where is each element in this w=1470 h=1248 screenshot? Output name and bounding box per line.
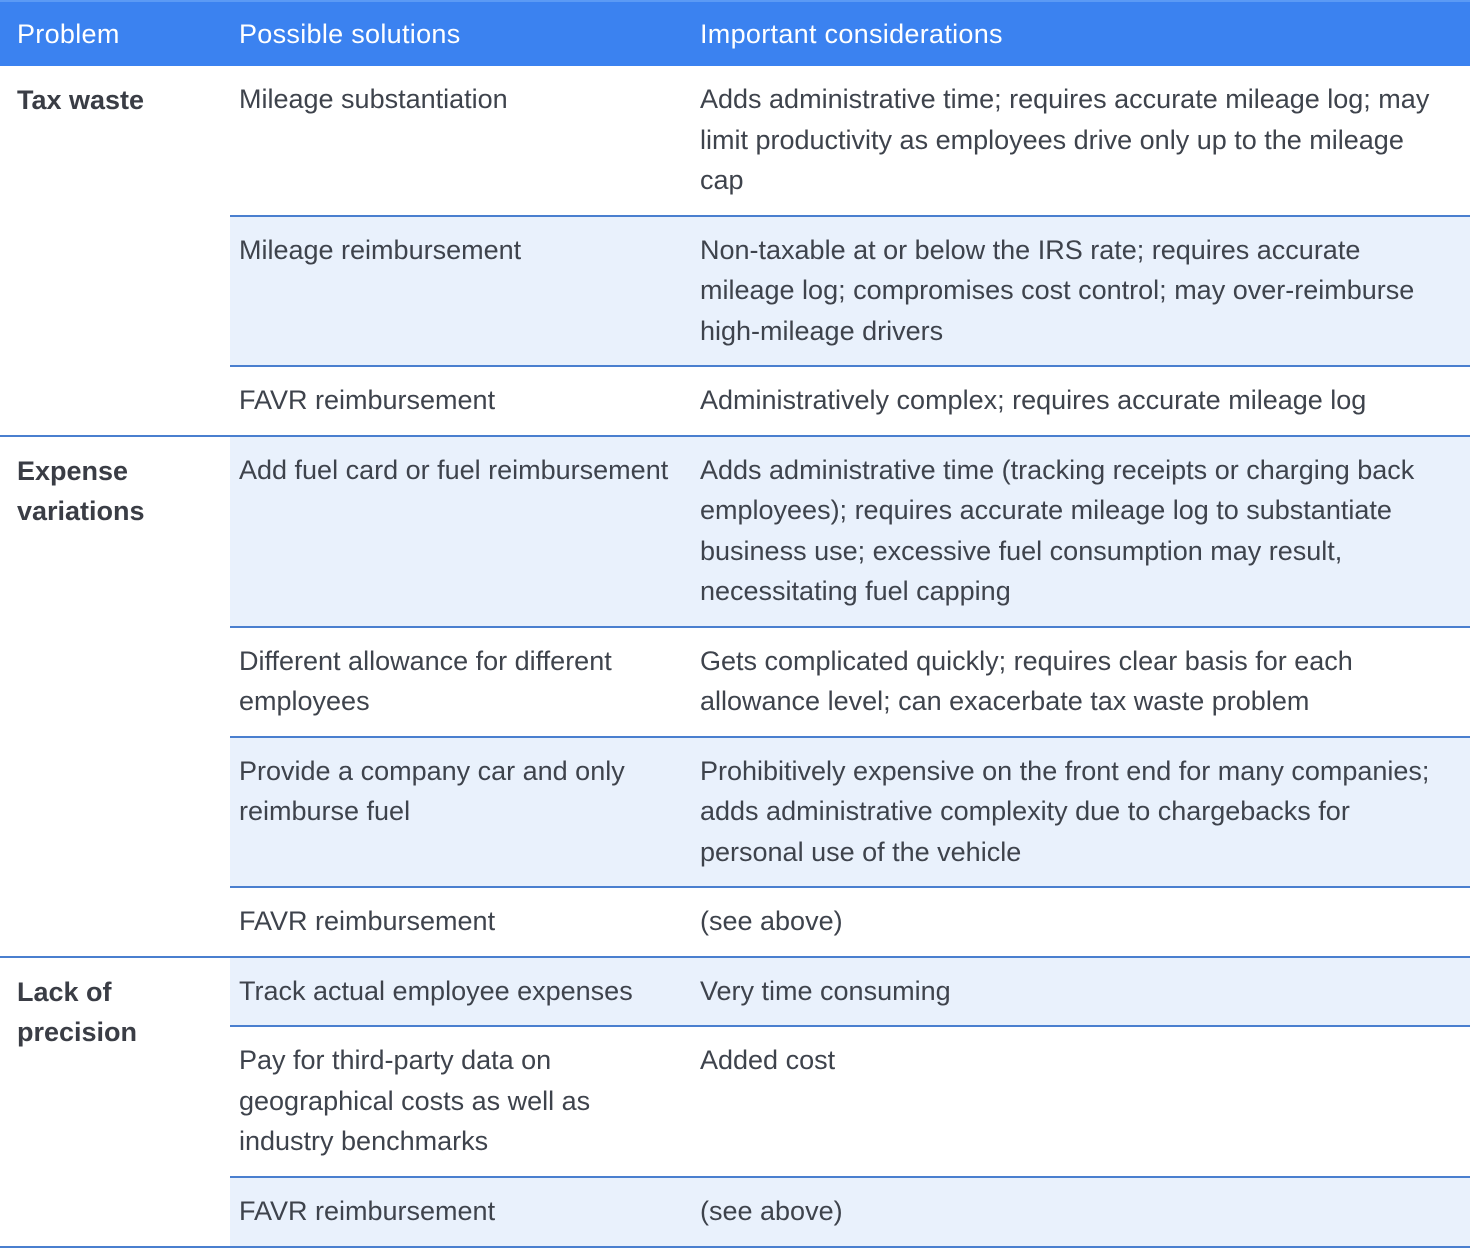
table-header: Problem Possible solutions Important con…: [0, 0, 1470, 66]
table-row: Add fuel card or fuel reimbursement Adds…: [230, 436, 1470, 628]
consideration-cell: Prohibitively expensive on the front end…: [700, 755, 1430, 867]
consideration-cell: Adds administrative time; requires accur…: [700, 84, 1430, 195]
problem-label: Lack of precision: [17, 976, 138, 1047]
consideration-cell: Very time consuming: [700, 975, 951, 1006]
table-row: FAVR reimbursement (see above): [230, 1178, 1470, 1246]
solution-cell: FAVR reimbursement: [239, 1196, 496, 1226]
problem-label: Tax waste: [17, 85, 145, 115]
problem-label: Expense variations: [17, 455, 145, 526]
solutions-table: Problem Possible solutions Important con…: [0, 0, 1470, 1248]
solution-cell: Mileage reimbursement: [239, 234, 522, 265]
header-considerations: Important considerations: [700, 19, 1003, 49]
table-row: Track actual employee expenses Very time…: [230, 957, 1470, 1027]
table-row: FAVR reimbursement Administratively comp…: [230, 367, 1470, 435]
table-row: Pay for third-party data on geographical…: [230, 1027, 1470, 1178]
solution-cell: Pay for third-party data on geographical…: [239, 1045, 591, 1156]
solution-cell: Add fuel card or fuel reimbursement: [239, 454, 669, 485]
problem-group: Expense variations Add fuel card or fuel…: [0, 436, 1470, 958]
consideration-cell: (see above): [700, 906, 843, 936]
table-row: Different allowance for different employ…: [230, 628, 1470, 738]
consideration-cell: Added cost: [700, 1045, 836, 1075]
solution-cell: FAVR reimbursement: [239, 385, 496, 415]
solution-cell: Track actual employee expenses: [239, 975, 633, 1006]
table-row: Provide a company car and only reimburse…: [230, 737, 1470, 888]
header-solutions: Possible solutions: [239, 19, 461, 49]
solution-cell: FAVR reimbursement: [239, 906, 496, 936]
table-row: Mileage reimbursement Non-taxable at or …: [230, 216, 1470, 367]
consideration-cell: Non-taxable at or below the IRS rate; re…: [700, 234, 1415, 346]
solution-cell: Provide a company car and only reimburse…: [239, 755, 625, 827]
solution-cell: Mileage substantiation: [239, 84, 508, 114]
table-row: Mileage substantiation Adds administrati…: [230, 66, 1470, 217]
solution-cell: Different allowance for different employ…: [239, 645, 612, 717]
consideration-cell: Gets complicated quickly; requires clear…: [700, 645, 1353, 717]
header-problem: Problem: [17, 19, 120, 49]
consideration-cell: (see above): [700, 1196, 843, 1226]
table-row: FAVR reimbursement (see above): [230, 888, 1470, 956]
problem-group: Lack of precision Track actual employee …: [0, 957, 1470, 1248]
consideration-cell: Adds administrative time (tracking recei…: [700, 454, 1415, 607]
problem-group: Tax waste Mileage substantiation Adds ad…: [0, 66, 1470, 437]
consideration-cell: Administratively complex; requires accur…: [700, 385, 1367, 415]
